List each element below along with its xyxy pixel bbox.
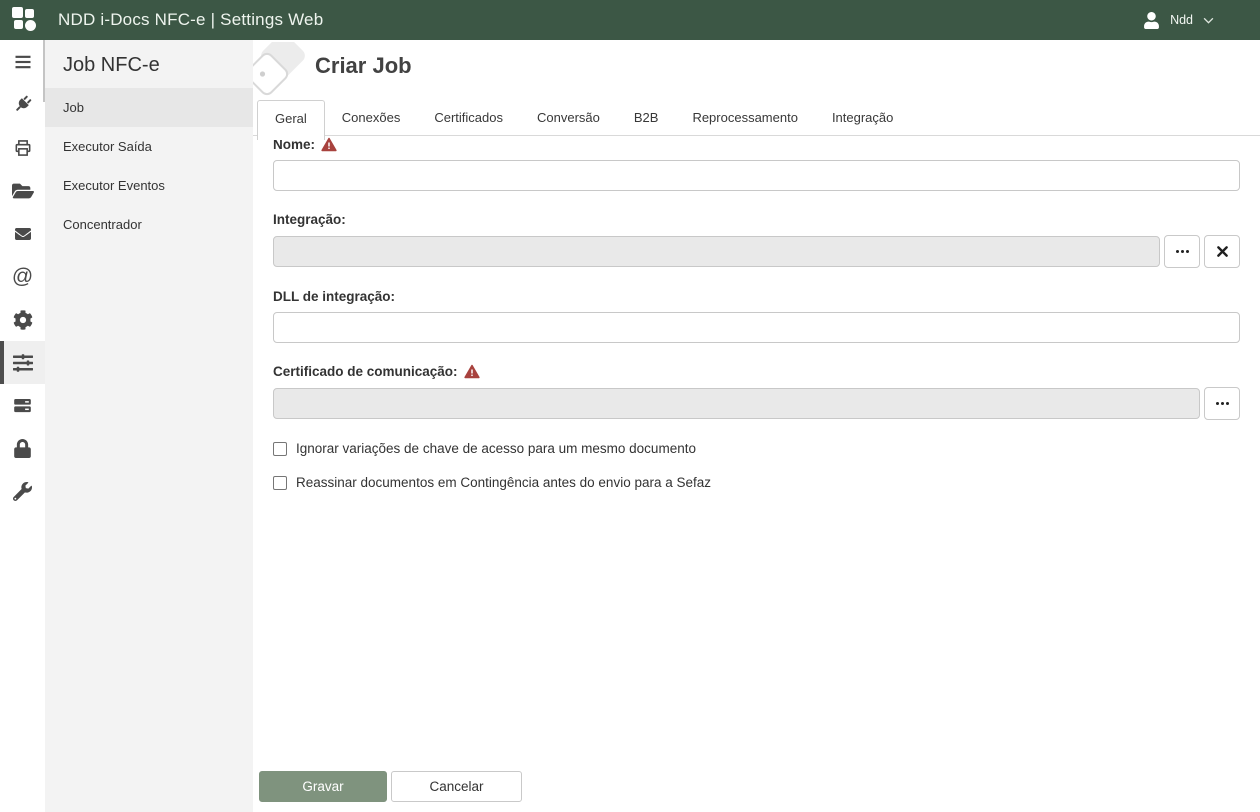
server-icon: [14, 398, 31, 413]
sidebar-item-job[interactable]: Job: [45, 88, 253, 127]
field-integracao: Integração:: [273, 212, 1240, 268]
dll-label: DLL de integração:: [273, 289, 396, 304]
integracao-clear-button[interactable]: [1204, 235, 1240, 268]
checkbox-row-reassinar: Reassinar documentos em Contingência ant…: [273, 475, 1240, 490]
ellipsis-icon: [1175, 250, 1189, 253]
tag-icon: [253, 42, 305, 96]
user-name: Ndd: [1170, 13, 1193, 27]
tab-b2b[interactable]: B2B: [617, 100, 676, 135]
tab-geral[interactable]: Geral: [257, 100, 325, 140]
module-sidebar: Job NFC-e Job Executor Saída Executor Ev…: [45, 40, 253, 812]
menu-icon: [15, 55, 30, 68]
tab-conversao[interactable]: Conversão: [520, 100, 617, 135]
rail-item-plug[interactable]: [0, 83, 45, 126]
at-icon: @: [11, 265, 34, 288]
certificado-label: Certificado de comunicação:: [273, 364, 458, 379]
rail-item-sliders[interactable]: [0, 341, 45, 384]
icon-rail: @: [0, 40, 45, 812]
save-button[interactable]: Gravar: [259, 771, 387, 802]
dll-input[interactable]: [273, 312, 1240, 343]
printer-icon: [15, 139, 30, 156]
checkbox-row-ignorar: Ignorar variações de chave de acesso par…: [273, 441, 1240, 456]
job-form: Nome: Integração: DLL de integração: Cer…: [273, 137, 1240, 509]
page-header: Criar Job: [253, 40, 1260, 100]
rail-item-lock[interactable]: [0, 427, 45, 470]
rail-item-printer[interactable]: [0, 126, 45, 169]
sidebar-item-executor-eventos[interactable]: Executor Eventos: [45, 166, 253, 205]
x-icon: [1216, 246, 1228, 257]
integracao-label: Integração:: [273, 212, 346, 227]
integracao-browse-button[interactable]: [1164, 235, 1200, 268]
user-icon: [1144, 11, 1159, 29]
rail-item-menu[interactable]: [0, 40, 45, 83]
ignorar-checkbox[interactable]: [273, 441, 287, 456]
rail-item-gear[interactable]: [0, 298, 45, 341]
gear-icon: [13, 309, 32, 330]
dll-label-row: DLL de integração:: [273, 289, 1240, 304]
integracao-input[interactable]: [273, 236, 1160, 267]
cancel-button[interactable]: Cancelar: [391, 771, 522, 802]
sliders-icon: [12, 353, 33, 372]
sidebar-title: Job NFC-e: [63, 54, 160, 76]
sidebar-item-executor-saida[interactable]: Executor Saída: [45, 127, 253, 166]
sidebar-item-concentrador[interactable]: Concentrador: [45, 205, 253, 244]
chevron-down-icon: [1203, 17, 1214, 24]
tab-bar: Geral Conexões Certificados Conversão B2…: [253, 100, 1260, 140]
lock-icon: [14, 439, 31, 458]
reassinar-checkbox-label: Reassinar documentos em Contingência ant…: [296, 475, 711, 490]
rail-item-folder[interactable]: [0, 169, 45, 212]
field-certificado: Certificado de comunicação:: [273, 364, 1240, 420]
warning-icon: [463, 364, 480, 379]
main-content: Criar Job Geral Conexões Certificados Co…: [253, 40, 1260, 812]
app-grid-icon[interactable]: [12, 7, 38, 33]
rail-item-wrench[interactable]: [0, 470, 45, 513]
field-dll: DLL de integração:: [273, 289, 1240, 343]
ignorar-checkbox-label: Ignorar variações de chave de acesso par…: [296, 441, 696, 456]
rail-item-at[interactable]: @: [0, 255, 45, 298]
page-title: Criar Job: [315, 53, 412, 78]
nome-label-row: Nome:: [273, 137, 1240, 152]
tab-conexoes[interactable]: Conexões: [325, 100, 418, 135]
field-nome: Nome:: [273, 137, 1240, 191]
certificado-label-row: Certificado de comunicação:: [273, 364, 1240, 379]
wrench-icon: [13, 482, 32, 501]
reassinar-checkbox[interactable]: [273, 475, 287, 490]
mail-icon: [14, 227, 31, 240]
app-title: NDD i-Docs NFC-e | Settings Web: [58, 10, 324, 29]
certificado-browse-button[interactable]: [1204, 387, 1240, 420]
form-actions: Gravar Cancelar: [259, 771, 522, 802]
folder-icon: [11, 183, 34, 198]
tab-certificados[interactable]: Certificados: [417, 100, 520, 135]
plug-icon: [16, 95, 32, 111]
certificado-input[interactable]: [273, 388, 1200, 419]
user-menu[interactable]: Ndd: [1143, 0, 1214, 40]
tab-integracao[interactable]: Integração: [815, 100, 910, 135]
rail-item-mail[interactable]: [0, 212, 45, 255]
rail-item-server[interactable]: [0, 384, 45, 427]
integracao-label-row: Integração:: [273, 212, 1240, 227]
tab-reprocessamento[interactable]: Reprocessamento: [675, 100, 815, 135]
nome-input[interactable]: [273, 160, 1240, 191]
top-bar: NDD i-Docs NFC-e | Settings Web Ndd: [0, 0, 1260, 40]
ellipsis-icon: [1215, 402, 1229, 405]
